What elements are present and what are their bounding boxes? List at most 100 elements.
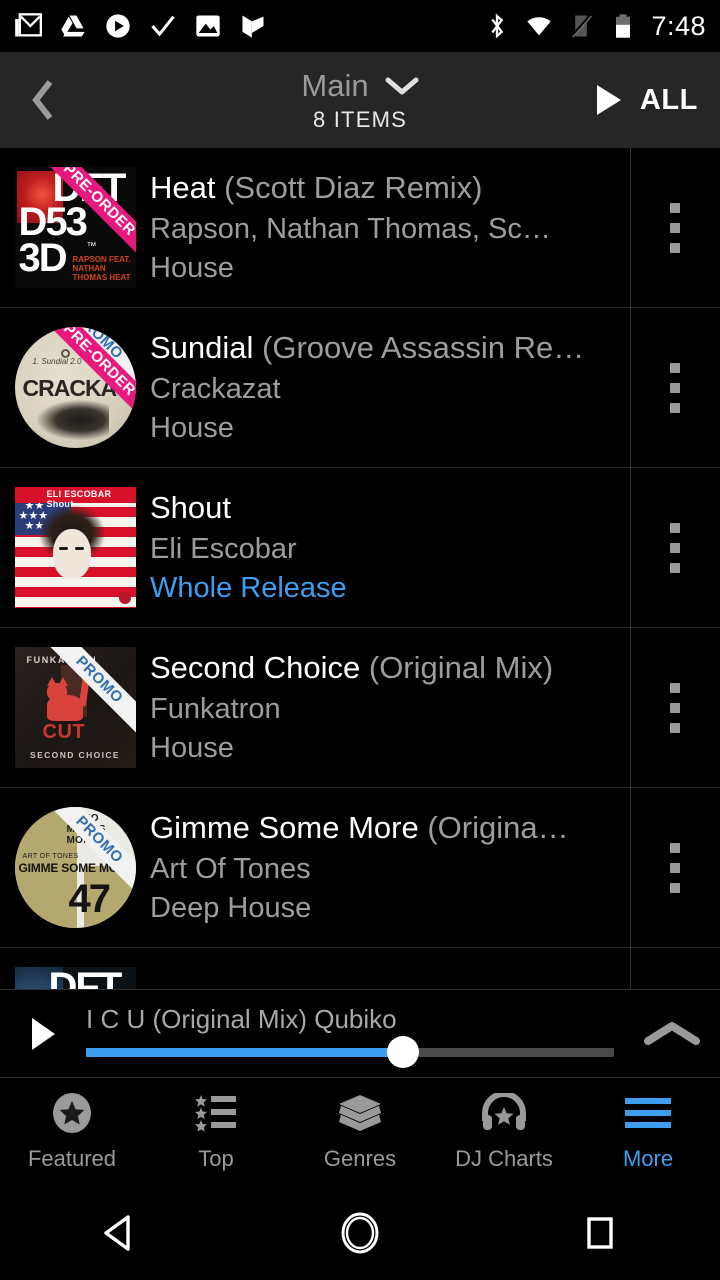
track-list[interactable]: DFT D53 3D ™ RAPSON FEAT. NATHAN THOMAS … xyxy=(0,148,720,989)
nav-item-dj-charts[interactable]: DJ Charts xyxy=(432,1078,576,1185)
item-count: 8 ITEMS xyxy=(313,106,407,132)
play-icon xyxy=(32,1017,55,1050)
battery-icon xyxy=(616,14,631,38)
artwork-credit: RAPSON FEAT. NATHAN THOMAS HEAT xyxy=(72,255,131,282)
playlist-selector[interactable]: Main xyxy=(301,67,419,104)
album-artwork: DFT D53 3D ™ RAPSON FEAT. NATHAN THOMAS … xyxy=(14,167,136,288)
ranked-list-icon xyxy=(194,1091,238,1135)
nav-label-featured: Featured xyxy=(27,1146,117,1171)
artwork-container: DFT xyxy=(0,967,150,989)
chevron-down-icon xyxy=(385,77,419,94)
chevron-up-icon xyxy=(644,1021,700,1045)
track-title-line: Shout xyxy=(150,489,704,528)
track-artist: Funkatron xyxy=(150,692,281,725)
nav-item-genres[interactable]: Genres xyxy=(288,1078,432,1185)
layers-icon xyxy=(337,1091,383,1135)
artwork-container: DFT D53 3D ™ RAPSON FEAT. NATHAN THOMAS … xyxy=(0,167,150,288)
drive-icon xyxy=(61,15,85,37)
track-title: Sundial xyxy=(150,329,254,365)
overflow-menu-icon[interactable] xyxy=(630,468,720,627)
nav-item-featured[interactable]: Featured xyxy=(0,1078,144,1185)
artwork-container: ★★★ ★★ ★★★ ★★ ELI ESCOBAR Shout xyxy=(0,487,150,608)
bluetooth-icon xyxy=(491,13,504,39)
track-genre: House xyxy=(150,731,234,764)
track-title: Second Choice xyxy=(150,649,361,685)
player-info: I C U (Original Mix) Qubiko xyxy=(86,1004,624,1068)
android-back-button[interactable] xyxy=(0,1209,240,1257)
table-row[interactable]: MONO MONOS MONOSI ART OF TONES GIMME SOM… xyxy=(0,788,720,948)
play-all-button[interactable]: ALL xyxy=(594,52,698,148)
chevron-left-icon xyxy=(32,80,53,120)
android-home-button[interactable] xyxy=(240,1208,480,1258)
play-icon xyxy=(596,85,621,115)
track-title-line: Gimme Some More (Origina… xyxy=(150,809,704,848)
back-button[interactable] xyxy=(0,52,86,148)
play-icon xyxy=(106,14,130,38)
table-row[interactable]: 1. Sundial 2.0 CRACKA PROMO PRE-ORDER Su… xyxy=(0,308,720,468)
track-version: (Groove Assassin Re… xyxy=(262,329,585,365)
bottom-navigation: Featured Top Genres DJ Charts More xyxy=(0,1078,720,1185)
album-artwork: MONO MONOS MONOSI ART OF TONES GIMME SOM… xyxy=(14,807,136,928)
track-title: Gimme Some More xyxy=(150,809,419,845)
track-title-line: Heat (Scott Diaz Remix) xyxy=(150,169,704,208)
table-row[interactable]: ★★★ ★★ ★★★ ★★ ELI ESCOBAR Shout xyxy=(0,468,720,628)
photos-icon xyxy=(196,15,220,37)
nav-item-top[interactable]: Top xyxy=(144,1078,288,1185)
player-seek-bar[interactable] xyxy=(86,1036,614,1068)
artwork-faded: DFT xyxy=(14,967,136,989)
mini-player: I C U (Original Mix) Qubiko xyxy=(0,989,720,1078)
artwork-face xyxy=(52,529,91,579)
track-artist: Crackazat xyxy=(150,372,281,405)
overflow-menu-icon[interactable] xyxy=(630,788,720,947)
android-recents-button[interactable] xyxy=(480,1211,720,1255)
nav-label-genres: Genres xyxy=(323,1146,397,1171)
tasks-icon xyxy=(242,15,264,38)
nav-item-more[interactable]: More xyxy=(576,1078,720,1185)
nav-label-top: Top xyxy=(198,1146,234,1171)
star-circle-icon xyxy=(50,1091,94,1135)
circle-home-icon xyxy=(341,1212,379,1253)
track-artist: Art Of Tones xyxy=(150,852,311,885)
check-icon xyxy=(151,15,175,37)
album-artwork: FUNKATRON CUT SECOND CHOICE PROMO xyxy=(14,647,136,768)
artwork-number: 47 xyxy=(68,877,111,921)
player-play-button[interactable] xyxy=(0,1016,86,1052)
artwork-line-3: 3D xyxy=(18,236,68,280)
artwork-artist-text: ART OF TONES xyxy=(22,853,79,860)
track-title-line: Second Choice (Original Mix) xyxy=(150,649,704,688)
page-title: Main xyxy=(301,67,369,103)
album-artwork: ★★★ ★★ ★★★ ★★ ELI ESCOBAR Shout xyxy=(14,487,136,608)
track-genre: House xyxy=(150,251,234,284)
overflow-menu-icon[interactable] xyxy=(630,308,720,467)
status-bar: 7:48 xyxy=(0,0,720,52)
no-sim-icon xyxy=(571,14,593,38)
track-version: (Original Mix) xyxy=(368,649,554,685)
square-recents-icon xyxy=(587,1216,613,1249)
now-playing-title: I C U (Original Mix) Qubiko xyxy=(86,1004,397,1034)
table-row[interactable]: FUNKATRON CUT SECOND CHOICE PROMO Second… xyxy=(0,628,720,788)
artwork-container: MONO MONOS MONOSI ART OF TONES GIMME SOM… xyxy=(0,807,150,928)
gmail-icon xyxy=(15,13,42,37)
artwork-container: FUNKATRON CUT SECOND CHOICE PROMO xyxy=(0,647,150,768)
nav-label-more: More xyxy=(622,1146,674,1171)
album-artwork: 1. Sundial 2.0 CRACKA PROMO PRE-ORDER xyxy=(14,327,136,448)
hamburger-icon xyxy=(623,1091,673,1135)
table-row[interactable]: DFT Faded (Sandy Rivera Classic xyxy=(0,948,720,989)
app-root: 7:48 Main 8 ITEMS ALL D53 3D ™ RAPSON FE… xyxy=(0,0,720,1280)
artwork-line-1: DFT xyxy=(48,967,123,989)
table-row[interactable]: DFT D53 3D ™ RAPSON FEAT. NATHAN THOMAS … xyxy=(0,148,720,308)
track-genre: Deep House xyxy=(150,891,312,924)
track-genre: House xyxy=(150,411,234,444)
seek-thumb[interactable] xyxy=(386,1036,419,1068)
album-artwork: DFT xyxy=(14,967,136,989)
overflow-menu-icon[interactable] xyxy=(630,148,720,307)
whole-release-link[interactable]: Whole Release xyxy=(150,570,704,606)
expand-player-button[interactable] xyxy=(624,1019,720,1049)
nav-label-dj-charts: DJ Charts xyxy=(455,1146,553,1171)
play-all-label: ALL xyxy=(639,83,698,116)
track-version: (Scott Diaz Remix) xyxy=(224,169,483,205)
track-artist: Eli Escobar xyxy=(150,532,297,565)
headphones-star-icon xyxy=(481,1091,527,1135)
overflow-menu-icon[interactable] xyxy=(630,948,720,989)
overflow-menu-icon[interactable] xyxy=(630,628,720,787)
